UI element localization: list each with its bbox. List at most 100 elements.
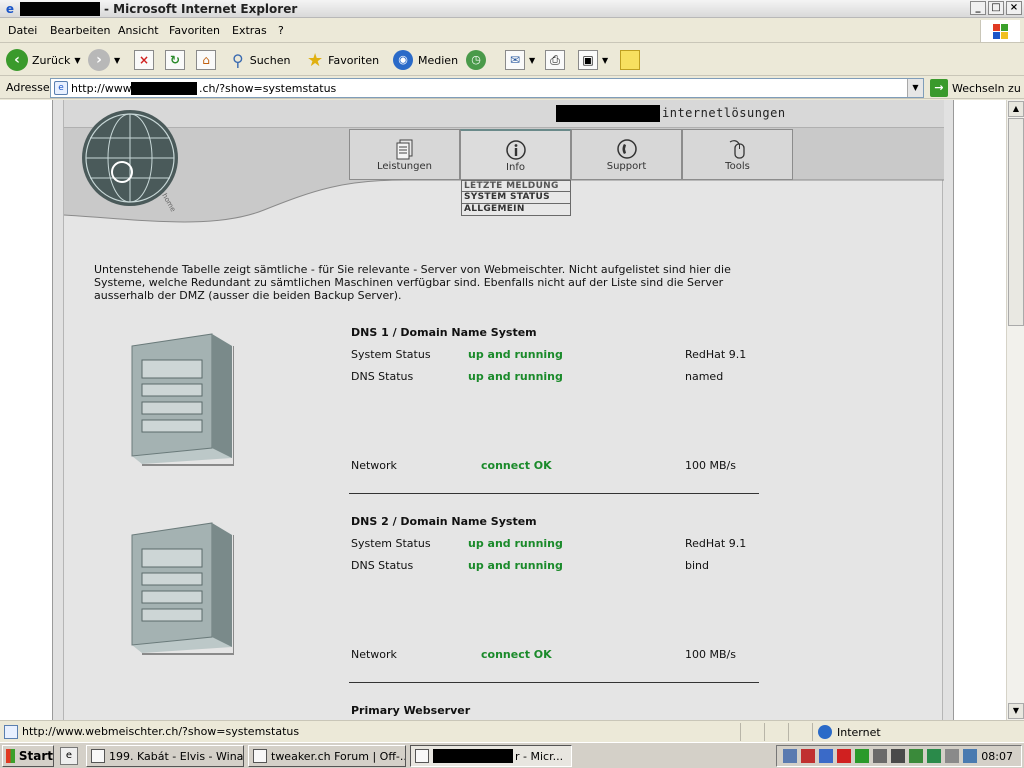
server-block: Primary Webserver xyxy=(94,704,794,720)
check-icon[interactable] xyxy=(855,749,869,763)
print-button[interactable]: ⎙ xyxy=(545,48,565,72)
antivirus-icon[interactable] xyxy=(801,749,815,763)
ie-icon: e xyxy=(5,2,15,16)
intro-text: Untenstehende Tabelle zeigt sämtliche - … xyxy=(94,263,731,302)
title-bar: e - Microsoft Internet Explorer _ □ × xyxy=(0,0,1024,18)
favorites-label: Favoriten xyxy=(328,53,380,67)
search-label: Suchen xyxy=(249,53,291,67)
menu-bearbeiten[interactable]: Bearbeiten xyxy=(50,24,110,37)
mouse-icon xyxy=(729,140,745,159)
system-status-label: System Status xyxy=(351,348,431,361)
update-icon[interactable] xyxy=(909,749,923,763)
network-label: Network xyxy=(351,648,397,661)
nav-label: Leistungen xyxy=(377,161,432,172)
redacted-brand xyxy=(556,105,660,122)
network-icon[interactable] xyxy=(783,749,797,763)
submenu-system-status[interactable]: SYSTEM STATUS xyxy=(461,192,571,204)
windows-logo-icon xyxy=(980,20,1020,42)
info-submenu: LETZTE MELDUNG SYSTEM STATUS ALLGEMEIN xyxy=(461,180,571,216)
nav-label: Support xyxy=(606,161,647,172)
task-label: tweaker.ch Forum | Off-... xyxy=(271,749,406,763)
edit-button[interactable]: ▣ ▼ xyxy=(578,48,608,72)
home-button[interactable]: ⌂ xyxy=(196,48,216,72)
vertical-scrollbar[interactable]: ▲ ▼ xyxy=(1006,100,1024,720)
maximize-button[interactable]: □ xyxy=(988,1,1004,15)
zone-label: Internet xyxy=(837,725,881,739)
menu-favoriten[interactable]: Favoriten xyxy=(169,24,220,37)
address-dropdown-icon[interactable]: ▼ xyxy=(907,79,923,97)
sound-icon[interactable] xyxy=(873,749,887,763)
divider xyxy=(349,493,759,494)
nav-leistungen[interactable]: Leistungen xyxy=(349,129,460,180)
browser-viewport: home internetlösungen Leistungen Info Su… xyxy=(0,100,1006,720)
scroll-down-icon[interactable]: ▼ xyxy=(1008,703,1024,719)
menu-ansicht[interactable]: Ansicht xyxy=(118,24,159,37)
menu-datei[interactable]: Datei xyxy=(8,24,37,37)
search-icon: ⚲ xyxy=(232,50,244,70)
forward-button[interactable]: › ▼ xyxy=(88,48,120,72)
edit-icon: ▣ xyxy=(578,50,598,70)
page-content: home internetlösungen Leistungen Info Su… xyxy=(63,100,944,720)
usb-icon[interactable] xyxy=(945,749,959,763)
close-button[interactable]: × xyxy=(1006,1,1022,15)
quicklaunch-ie-icon[interactable]: e xyxy=(60,747,78,765)
nav-tools[interactable]: Tools xyxy=(682,129,793,180)
page-icon: e xyxy=(54,81,68,95)
notes-button[interactable] xyxy=(620,48,640,72)
search-button[interactable]: ⚲ Suchen xyxy=(232,48,290,72)
menu-extras[interactable]: Extras xyxy=(232,24,267,37)
back-button[interactable]: ‹ Zurück ▼ xyxy=(6,48,81,72)
documents-icon xyxy=(396,139,412,160)
mail-button[interactable]: ✉ ▼ xyxy=(505,48,535,72)
history-button[interactable]: ◷ xyxy=(466,48,486,72)
stop-button[interactable]: × xyxy=(134,48,154,72)
history-icon: ◷ xyxy=(466,50,486,70)
network-speed: 100 MB/s xyxy=(685,648,736,661)
start-button[interactable]: Start xyxy=(2,745,54,767)
redacted-title xyxy=(20,2,100,16)
submenu-allgemein[interactable]: ALLGEMEIN xyxy=(461,204,571,216)
globe-icon xyxy=(818,725,832,739)
refresh-button[interactable]: ↻ xyxy=(165,48,185,72)
status-cell xyxy=(740,723,764,741)
home-icon: ⌂ xyxy=(196,50,216,70)
toolbar: ‹ Zurück ▼ › ▼ × ↻ ⌂ ⚲ Suchen ★ Favorite… xyxy=(0,44,1024,76)
brand-suffix: internetlösungen xyxy=(662,106,786,120)
nav-info[interactable]: Info xyxy=(460,129,571,180)
nav-support[interactable]: Support xyxy=(571,129,682,180)
shield-icon[interactable] xyxy=(837,749,851,763)
system-status-label: System Status xyxy=(351,537,431,550)
favorites-button[interactable]: ★ Favoriten xyxy=(307,48,379,72)
back-arrow-icon: ‹ xyxy=(6,49,28,71)
network-speed: 100 MB/s xyxy=(685,459,736,472)
scroll-thumb[interactable] xyxy=(1008,118,1024,326)
submenu-letzte-meldung[interactable]: LETZTE MELDUNG xyxy=(461,180,571,192)
task-winamp[interactable]: 199. Kabát - Elvis - Winamp xyxy=(86,745,244,767)
redacted-task xyxy=(433,749,513,763)
scroll-up-icon[interactable]: ▲ xyxy=(1008,101,1024,117)
display-icon[interactable] xyxy=(891,749,905,763)
os-version: RedHat 9.1 xyxy=(685,537,747,550)
search-icon[interactable] xyxy=(963,749,977,763)
server-name: DNS 1 / Domain Name System xyxy=(351,326,537,339)
minimize-button[interactable]: _ xyxy=(970,1,986,15)
go-button[interactable]: → Wechseln zu xyxy=(930,79,1021,97)
messenger-icon[interactable] xyxy=(819,749,833,763)
task-ie-active[interactable]: r - Micr... xyxy=(410,745,572,767)
url-prefix: http://www. xyxy=(71,82,135,95)
address-input[interactable]: e http://www. .ch/?show=systemstatus ▼ xyxy=(50,78,924,98)
clock: 08:07 xyxy=(981,750,1013,763)
nav-label: Info xyxy=(506,162,525,173)
media-button[interactable]: ◉ Medien xyxy=(393,48,458,72)
dns-status-value: up and running xyxy=(468,559,563,572)
globe-icon: ◉ xyxy=(393,50,413,70)
page-icon xyxy=(4,725,18,739)
chevron-down-icon: ▼ xyxy=(114,55,121,65)
task-forum[interactable]: tweaker.ch Forum | Off-... xyxy=(248,745,406,767)
connection-icon[interactable] xyxy=(927,749,941,763)
page-frame: home internetlösungen Leistungen Info Su… xyxy=(52,100,954,720)
system-tray: 08:07 xyxy=(776,745,1022,767)
chevron-down-icon: ▼ xyxy=(529,55,536,65)
os-version: RedHat 9.1 xyxy=(685,348,747,361)
menu-help[interactable]: ? xyxy=(278,24,284,37)
